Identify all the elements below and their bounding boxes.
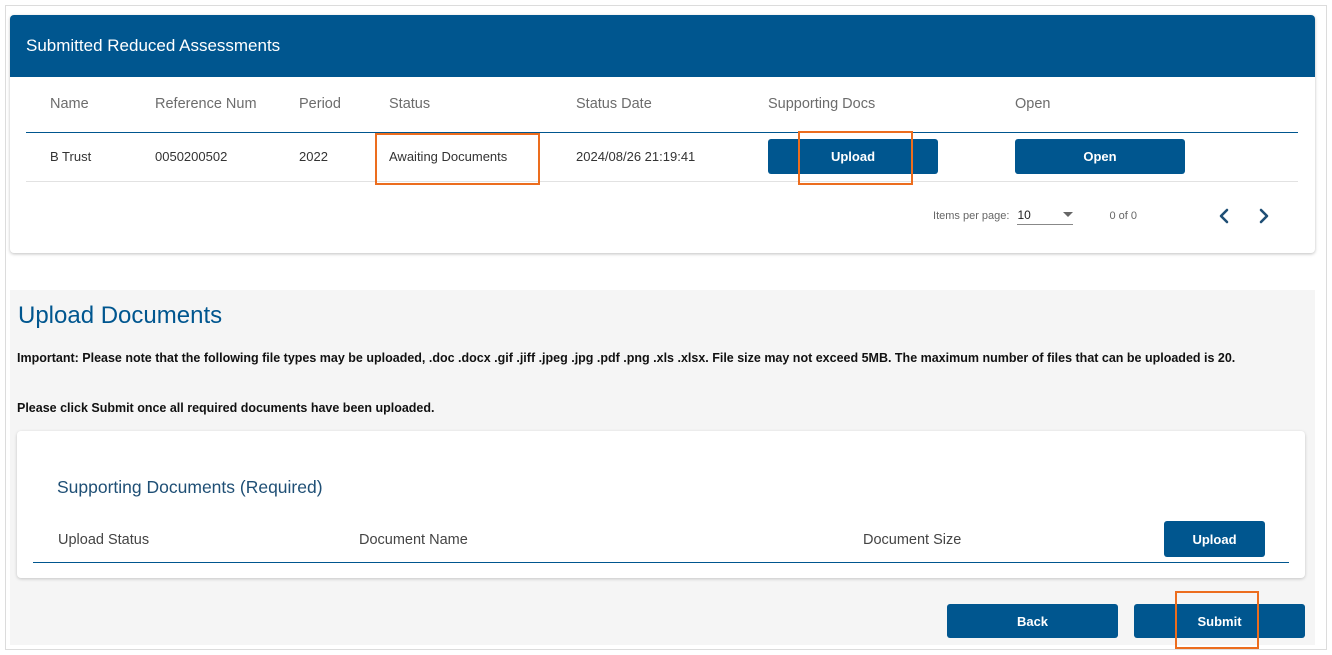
col-supporting-docs: Supporting Docs <box>744 77 991 133</box>
row-open-button[interactable]: Open <box>1015 139 1185 174</box>
supporting-documents-card: Supporting Documents (Required) Upload S… <box>17 431 1305 578</box>
upload-documents-section: Upload Documents Important: Please note … <box>10 290 1315 645</box>
cell-name: B Trust <box>26 132 131 182</box>
cell-status-date: 2024/08/26 21:19:41 <box>552 132 744 182</box>
col-open: Open <box>991 77 1298 133</box>
table-row: B Trust 0050200502 2022 Awaiting Documen… <box>26 132 1298 182</box>
col-name: Name <box>26 77 131 133</box>
prev-page-button[interactable] <box>1211 203 1237 229</box>
cell-reference: 0050200502 <box>131 132 275 182</box>
cell-open: Open <box>991 132 1298 182</box>
items-per-page-label: Items per page: <box>933 210 1010 222</box>
submit-button[interactable]: Submit <box>1134 604 1305 638</box>
assessments-table: Name Reference Num Period Status Status … <box>26 77 1298 182</box>
cell-supporting-docs: Upload <box>744 132 991 182</box>
col-document-name: Document Name <box>359 532 468 548</box>
col-period: Period <box>275 77 365 133</box>
table-header-row: Name Reference Num Period Status Status … <box>26 77 1298 133</box>
documents-table-header: Upload Status Document Name Document Siz… <box>33 521 1289 563</box>
col-reference: Reference Num <box>131 77 275 133</box>
col-status-date: Status Date <box>552 77 744 133</box>
paginator: Items per page: 10 0 of 0 <box>933 203 1277 229</box>
upload-document-button[interactable]: Upload <box>1164 521 1265 557</box>
submitted-assessments-card: Submitted Reduced Assessments Name Refer… <box>10 15 1315 253</box>
chevron-right-icon <box>1259 208 1269 224</box>
col-document-size: Document Size <box>863 532 962 548</box>
col-status: Status <box>365 77 552 133</box>
items-per-page-value: 10 <box>1017 207 1031 222</box>
col-upload-status: Upload Status <box>58 532 150 548</box>
row-upload-button[interactable]: Upload <box>768 139 938 174</box>
file-type-notice: Important: Please note that the followin… <box>17 351 1236 365</box>
back-button[interactable]: Back <box>947 604 1118 638</box>
page-range: 0 of 0 <box>1109 210 1137 222</box>
supporting-documents-title: Supporting Documents (Required) <box>57 477 323 497</box>
dropdown-caret-icon <box>1063 212 1074 217</box>
next-page-button[interactable] <box>1251 203 1277 229</box>
card-title: Submitted Reduced Assessments <box>26 36 281 55</box>
cell-status: Awaiting Documents <box>365 132 552 182</box>
chevron-left-icon <box>1219 208 1229 224</box>
items-per-page-select[interactable]: 10 <box>1017 207 1074 225</box>
cell-period: 2022 <box>275 132 365 182</box>
submit-notice: Please click Submit once all required do… <box>17 401 435 415</box>
upload-title: Upload Documents <box>18 302 223 329</box>
card-header: Submitted Reduced Assessments <box>10 15 1315 77</box>
